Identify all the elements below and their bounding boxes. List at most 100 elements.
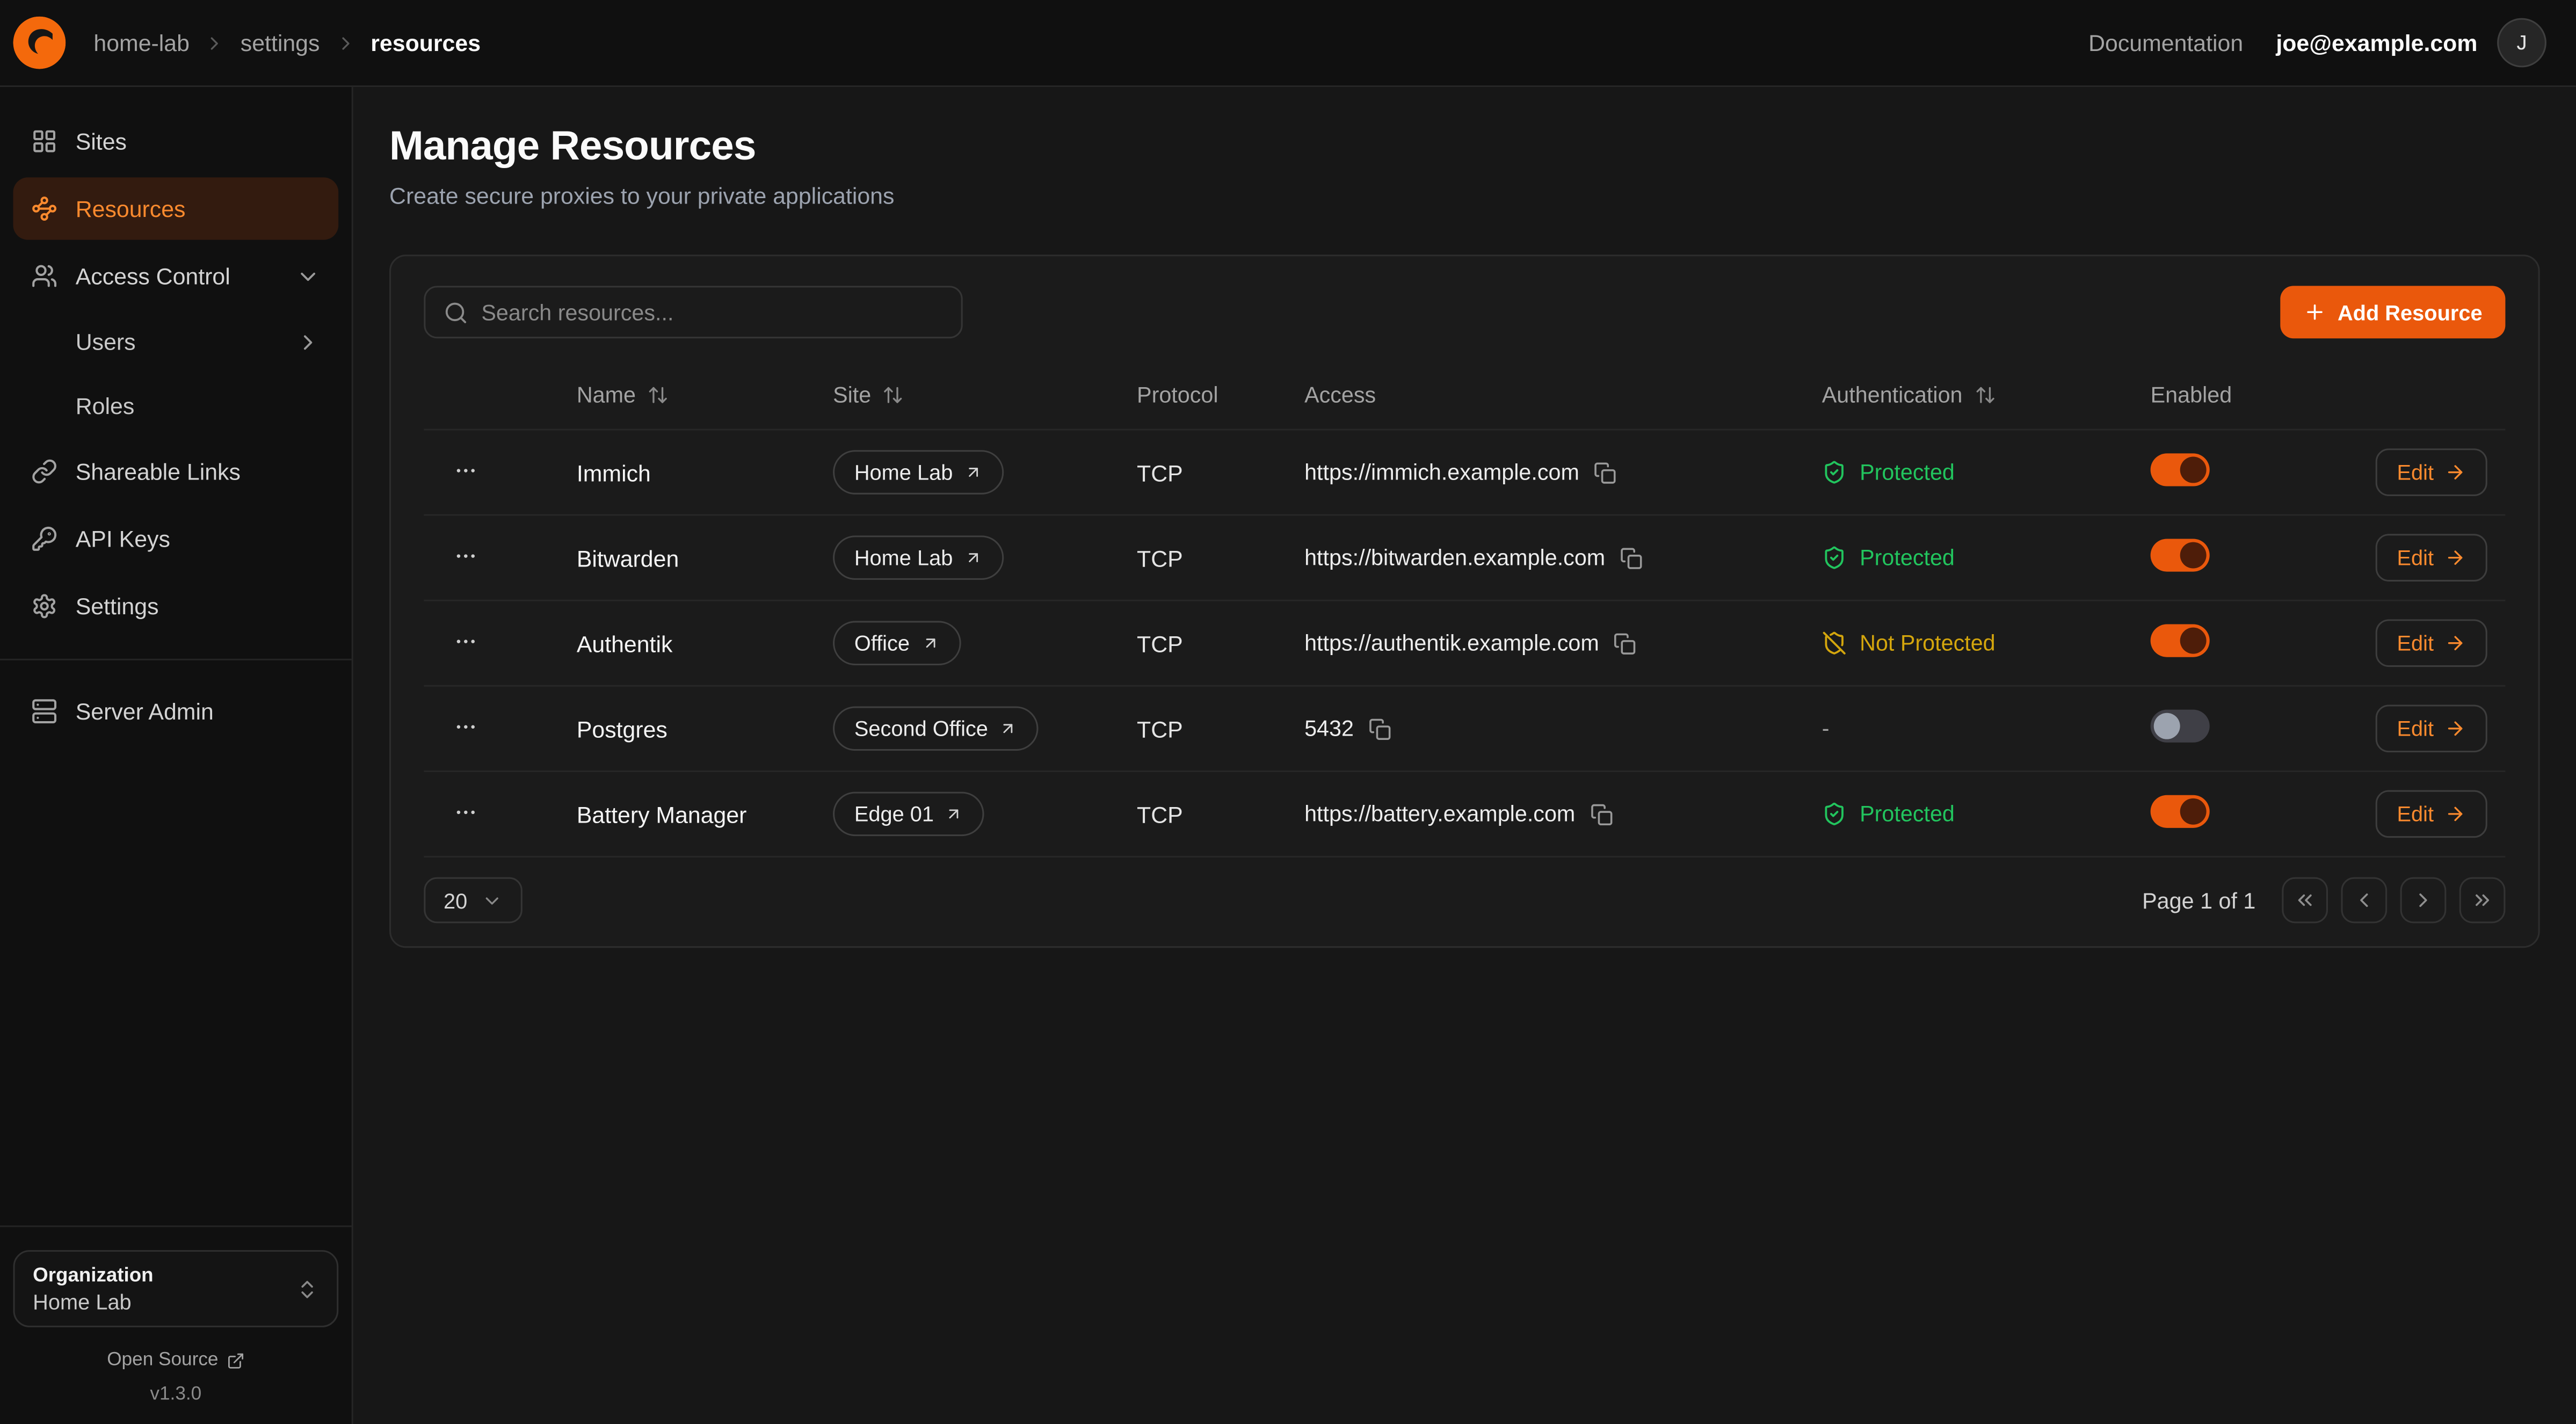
site-link[interactable]: Home Lab: [833, 535, 1004, 580]
resource-protocol: TCP: [1137, 459, 1304, 485]
resource-access-url: https://immich.example.com: [1304, 460, 1579, 485]
sidebar-item-label: Server Admin: [76, 698, 214, 724]
ellipsis-icon: [453, 628, 478, 653]
resource-name: Postgres: [577, 715, 833, 742]
avatar: J: [2497, 18, 2546, 68]
resource-access-url: https://battery.example.com: [1304, 802, 1575, 826]
search-input[interactable]: [481, 300, 943, 324]
sidebar-item-sites[interactable]: Sites: [13, 110, 338, 172]
header-name[interactable]: Name: [577, 383, 833, 408]
site-link[interactable]: Office: [833, 621, 961, 665]
next-page-button[interactable]: [2400, 877, 2447, 924]
chevron-right-icon: [205, 32, 226, 54]
app-version: v1.3.0: [13, 1385, 338, 1405]
enabled-toggle[interactable]: [2151, 795, 2210, 828]
copy-icon: [1614, 631, 1637, 655]
ellipsis-icon: [453, 799, 478, 824]
site-link[interactable]: Second Office: [833, 706, 1039, 751]
breadcrumb-org[interactable]: home-lab: [93, 30, 190, 56]
edit-button[interactable]: Edit: [2376, 790, 2488, 838]
arrow-right-icon: [2445, 803, 2466, 825]
edit-button[interactable]: Edit: [2376, 704, 2488, 752]
app-root: home-lab settings resources Documentatio…: [0, 0, 2576, 1424]
sidebar-item-server-admin[interactable]: Server Admin: [13, 680, 338, 743]
sidebar-item-label: Shareable Links: [76, 459, 241, 485]
copy-button[interactable]: [1614, 631, 1637, 655]
organization-label: Organization: [33, 1263, 153, 1287]
shield-check-icon: [1822, 546, 1847, 570]
sidebar-item-api-keys[interactable]: API Keys: [13, 507, 338, 570]
row-menu-button[interactable]: [424, 714, 577, 743]
chevrons-right-icon: [2471, 889, 2494, 912]
resources-panel: Add Resource Name Site: [389, 255, 2540, 948]
row-menu-button[interactable]: [424, 628, 577, 658]
table-row: Authentik Office TCP https://authentik.e…: [424, 601, 2505, 687]
enabled-toggle[interactable]: [2151, 710, 2210, 743]
external-link-icon: [227, 1351, 245, 1369]
header-authentication[interactable]: Authentication: [1822, 383, 2151, 408]
topbar: home-lab settings resources Documentatio…: [0, 0, 2576, 87]
add-resource-button[interactable]: Add Resource: [2280, 286, 2506, 338]
header-site[interactable]: Site: [833, 383, 1137, 408]
site-link[interactable]: Edge 01: [833, 792, 985, 837]
table-footer: 20 Page 1 of 1: [424, 877, 2505, 924]
chevrons-left-icon: [2294, 889, 2317, 912]
resource-name: Immich: [577, 459, 833, 485]
plus-icon: [2303, 301, 2326, 324]
sidebar-item-label: API Keys: [76, 526, 170, 552]
enabled-toggle[interactable]: [2151, 453, 2210, 486]
organization-value: Home Lab: [33, 1290, 153, 1314]
page-subtitle: Create secure proxies to your private ap…: [389, 183, 2540, 209]
row-menu-button[interactable]: [424, 799, 577, 829]
sort-icon: [883, 384, 904, 406]
copy-button[interactable]: [1369, 717, 1392, 740]
sidebar-item-shareable-links[interactable]: Shareable Links: [13, 440, 338, 503]
arrow-right-icon: [2445, 462, 2466, 483]
site-link[interactable]: Home Lab: [833, 450, 1004, 495]
sort-icon: [647, 384, 669, 406]
first-page-button[interactable]: [2282, 877, 2328, 924]
sort-icon: [1974, 384, 1996, 406]
enabled-toggle[interactable]: [2151, 624, 2210, 657]
resource-protocol: TCP: [1137, 715, 1304, 742]
breadcrumb-settings[interactable]: settings: [241, 30, 320, 56]
auth-status: Protected: [1822, 546, 2151, 570]
arrow-up-right-icon: [945, 805, 963, 823]
edit-button[interactable]: Edit: [2376, 534, 2488, 582]
shield-check-icon: [1822, 460, 1847, 485]
edit-button[interactable]: Edit: [2376, 619, 2488, 667]
table-row: Battery Manager Edge 01 TCP https://batt…: [424, 772, 2505, 858]
sidebar-item-access-control[interactable]: Access Control: [13, 245, 338, 307]
search-box: [424, 286, 962, 338]
arrow-up-right-icon: [964, 463, 983, 482]
auth-status: -: [1822, 716, 2151, 741]
last-page-button[interactable]: [2459, 877, 2506, 924]
header-protocol: Protocol: [1137, 383, 1304, 408]
arrow-right-icon: [2445, 718, 2466, 739]
open-source-link[interactable]: Open Source: [13, 1350, 338, 1370]
sidebar-item-users[interactable]: Users: [13, 312, 338, 371]
resource-access-url: https://authentik.example.com: [1304, 631, 1599, 656]
documentation-link[interactable]: Documentation: [2088, 30, 2243, 56]
organization-picker[interactable]: Organization Home Lab: [13, 1250, 338, 1327]
copy-button[interactable]: [1620, 546, 1643, 569]
page-size-select[interactable]: 20: [424, 877, 523, 924]
enabled-toggle[interactable]: [2151, 539, 2210, 571]
chevron-down-icon: [482, 890, 504, 911]
ellipsis-icon: [453, 714, 478, 738]
sidebar-item-settings[interactable]: Settings: [13, 575, 338, 637]
copy-button[interactable]: [1590, 802, 1613, 825]
copy-button[interactable]: [1594, 461, 1617, 484]
edit-button[interactable]: Edit: [2376, 448, 2488, 496]
prev-page-button[interactable]: [2341, 877, 2388, 924]
row-menu-button[interactable]: [424, 543, 577, 572]
app-logo[interactable]: [13, 17, 66, 69]
sidebar-item-roles[interactable]: Roles: [13, 376, 338, 435]
user-menu[interactable]: joe@example.com J: [2276, 18, 2546, 68]
sidebar-item-resources[interactable]: Resources: [13, 177, 338, 239]
sidebar-item-label: Access Control: [76, 263, 230, 289]
shield-off-icon: [1822, 631, 1847, 656]
row-menu-button[interactable]: [424, 457, 577, 487]
page-info: Page 1 of 1: [2142, 888, 2255, 913]
chevron-left-icon: [2353, 889, 2376, 912]
